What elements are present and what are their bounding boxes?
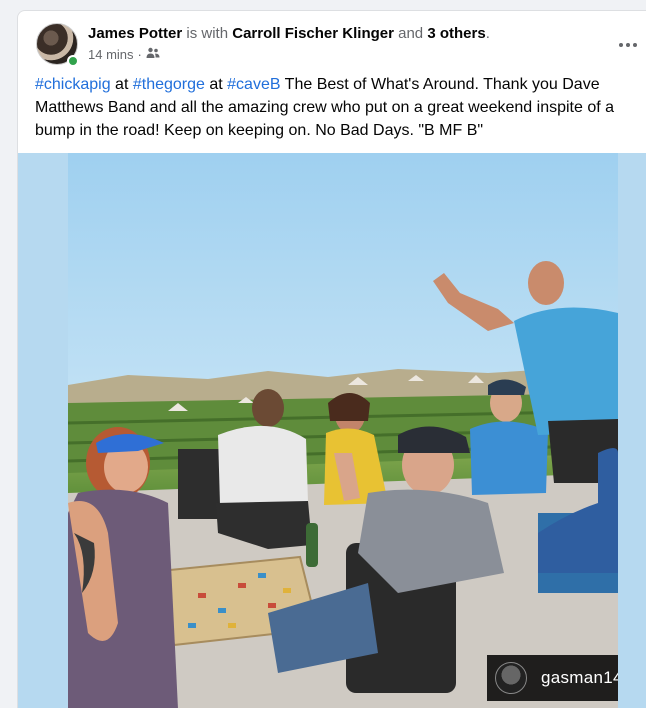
friends-icon[interactable] bbox=[146, 47, 160, 62]
meta-separator: · bbox=[137, 47, 142, 62]
hashtag-chickapig[interactable]: #chickapig bbox=[35, 76, 111, 93]
person-man-blue-shirt bbox=[470, 421, 548, 495]
hashtag-thegorge[interactable]: #thegorge bbox=[133, 76, 205, 93]
at-text: at bbox=[110, 76, 133, 93]
person-man-standing-head bbox=[528, 261, 564, 305]
person-man-white-head bbox=[252, 389, 284, 427]
at-text: at bbox=[204, 76, 228, 93]
tagged-person-link[interactable]: Carroll Fischer Klinger bbox=[232, 25, 394, 42]
watermark-username: gasman1414 bbox=[541, 668, 618, 687]
period-text: . bbox=[485, 25, 490, 42]
person-man-white-shirt bbox=[218, 425, 308, 505]
others-link[interactable]: 3 others bbox=[427, 25, 485, 42]
post-header-line: James Potter is with Carroll Fischer Kli… bbox=[88, 25, 490, 42]
hashtag-caveb[interactable]: #caveB bbox=[227, 76, 280, 93]
with-text: is with bbox=[182, 25, 233, 42]
author-name-link[interactable]: James Potter bbox=[88, 25, 182, 42]
post-timestamp[interactable]: 14 mins bbox=[88, 47, 134, 62]
photo-scene bbox=[68, 261, 618, 708]
instagram-watermark: gasman1414 bbox=[487, 655, 618, 701]
and-text: and bbox=[393, 25, 428, 42]
more-options-icon[interactable] bbox=[614, 31, 642, 59]
post-photo[interactable]: gasman1414 bbox=[68, 153, 618, 708]
post-card: James Potter is with Carroll Fischer Kli… bbox=[17, 10, 646, 708]
post-header: James Potter is with Carroll Fischer Kli… bbox=[18, 11, 646, 71]
bottle bbox=[306, 523, 318, 567]
post-text: #chickapig at #thegorge at #caveB The Be… bbox=[35, 73, 635, 142]
photo-container[interactable]: gasman1414 bbox=[18, 153, 646, 708]
watermark-avatar bbox=[495, 662, 527, 694]
post-meta: 14 mins · bbox=[88, 47, 160, 62]
online-status-indicator bbox=[67, 55, 79, 67]
